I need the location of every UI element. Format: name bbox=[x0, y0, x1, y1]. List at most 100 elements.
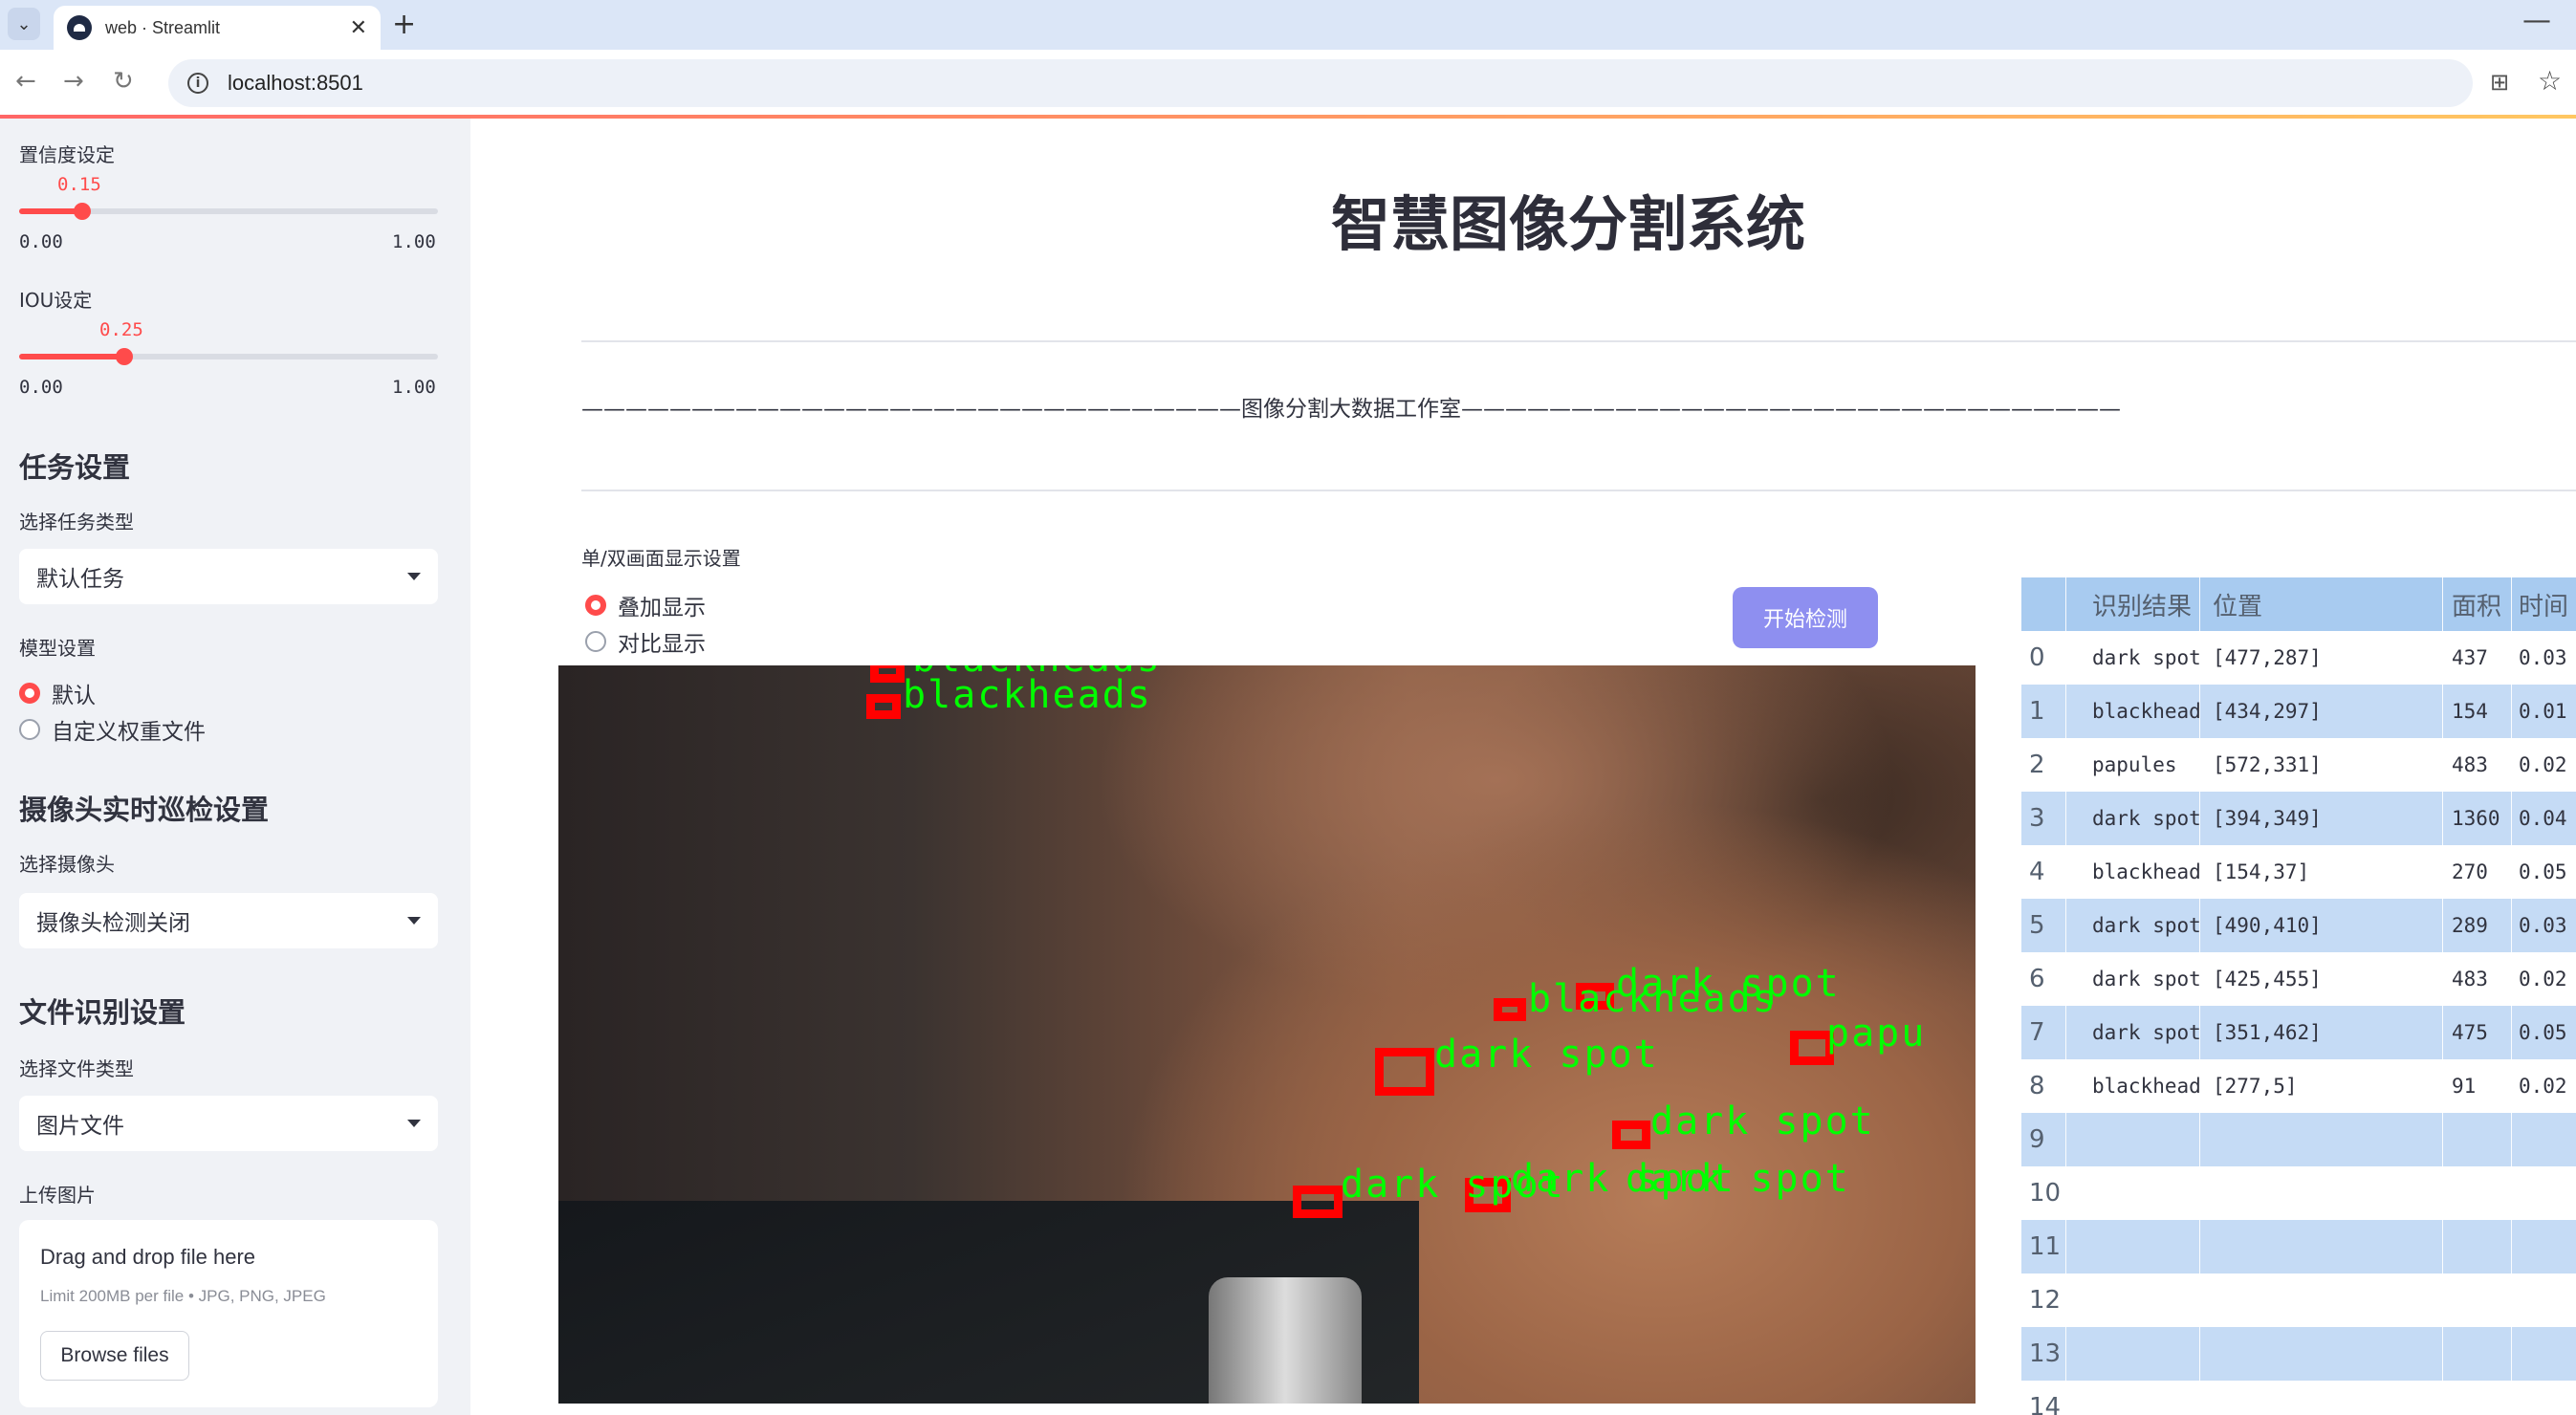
table-row[interactable]: 14 bbox=[2021, 1381, 2576, 1415]
close-tab-icon[interactable]: ✕ bbox=[350, 16, 367, 40]
site-info-icon[interactable]: i bbox=[187, 73, 208, 94]
iou-slider-fill bbox=[19, 354, 124, 359]
header-index bbox=[2021, 577, 2065, 631]
table-row[interactable]: 11 bbox=[2021, 1220, 2576, 1274]
table-header-row: 识别结果 位置 面积 时间 bbox=[2021, 577, 2576, 631]
cell-result bbox=[2065, 1166, 2199, 1220]
tab-search-chevron-icon[interactable]: ⌄ bbox=[8, 8, 40, 40]
table-row[interactable]: 1 blackheads [434,297] 154 0.01 bbox=[2021, 685, 2576, 738]
table-row[interactable]: 7 dark spot [351,462] 475 0.05 bbox=[2021, 1006, 2576, 1059]
url-text: localhost:8501 bbox=[228, 71, 363, 95]
cell-area: 91 bbox=[2452, 1075, 2477, 1098]
cell-time: 0.02 bbox=[2519, 968, 2567, 990]
cell-result bbox=[2065, 1381, 2199, 1415]
cell-position: [477,287] bbox=[2213, 646, 2322, 669]
task-settings-header: 任务设置 bbox=[19, 451, 131, 484]
image-microphone-region bbox=[1209, 1277, 1362, 1404]
display-settings-label: 单/双画面显示设置 bbox=[581, 547, 741, 570]
table-row[interactable]: 4 blackheads [154,37] 270 0.05 bbox=[2021, 845, 2576, 899]
row-index: 9 bbox=[2029, 1125, 2045, 1154]
detection-box bbox=[1375, 1048, 1434, 1096]
display-radio-compare[interactable]: 对比显示 bbox=[585, 625, 706, 658]
bookmark-star-icon[interactable]: ☆ bbox=[2538, 65, 2562, 97]
cell-result bbox=[2065, 1274, 2199, 1327]
camera-select[interactable]: 摄像头检测关闭 bbox=[19, 893, 438, 948]
header-result[interactable]: 识别结果 bbox=[2065, 577, 2199, 631]
dropzone-limit: Limit 200MB per file • JPG, PNG, JPEG bbox=[40, 1287, 326, 1305]
cell-position bbox=[2199, 1220, 2442, 1274]
cell-area: 270 bbox=[2452, 860, 2488, 883]
detection-label: papu bbox=[1826, 1012, 1927, 1056]
back-icon[interactable]: ← bbox=[15, 67, 36, 96]
row-index: 3 bbox=[2029, 804, 2045, 833]
cell-area: 437 bbox=[2452, 646, 2488, 669]
forward-icon[interactable]: → bbox=[63, 67, 84, 96]
model-radio-custom[interactable]: 自定义权重文件 bbox=[19, 713, 206, 746]
header-area[interactable]: 面积 bbox=[2442, 577, 2511, 631]
browser-tabbar: ⌄ web · Streamlit ✕ + — bbox=[0, 0, 2576, 50]
confidence-value: 0.15 bbox=[57, 174, 101, 195]
table-row[interactable]: 8 blackheads [277,5] 91 0.02 bbox=[2021, 1059, 2576, 1113]
table-row[interactable]: 6 dark spot [425,455] 483 0.02 bbox=[2021, 952, 2576, 1006]
cell-time: 0.03 bbox=[2519, 646, 2567, 669]
browser-tab[interactable]: web · Streamlit ✕ bbox=[54, 6, 381, 50]
row-index: 13 bbox=[2029, 1339, 2062, 1368]
radio-selected-icon bbox=[585, 595, 606, 616]
cell-position: [572,331] bbox=[2213, 753, 2322, 776]
minimize-icon[interactable]: — bbox=[2522, 4, 2551, 37]
detection-label: dark spot bbox=[1626, 1157, 1850, 1201]
detection-box bbox=[866, 694, 901, 719]
browse-files-button[interactable]: Browse files bbox=[40, 1331, 189, 1381]
file-dropzone[interactable]: Drag and drop file here Limit 200MB per … bbox=[19, 1220, 438, 1407]
column-divider bbox=[2199, 577, 2200, 1415]
cell-time bbox=[2511, 1327, 2576, 1381]
row-index: 14 bbox=[2029, 1393, 2062, 1415]
table-row[interactable]: 0 dark spot [477,287] 437 0.03 bbox=[2021, 631, 2576, 685]
cell-result bbox=[2065, 1220, 2199, 1274]
display-radio-overlay[interactable]: 叠加显示 bbox=[585, 589, 706, 621]
file-type-select[interactable]: 图片文件 bbox=[19, 1096, 438, 1151]
detection-label: dark spot bbox=[1434, 1033, 1659, 1077]
cell-position bbox=[2199, 1113, 2442, 1166]
table-row[interactable]: 10 bbox=[2021, 1166, 2576, 1220]
results-table[interactable]: 识别结果 位置 面积 时间 0 dark spot [477,287] 437 0.03… bbox=[2021, 577, 2576, 1415]
row-index: 4 bbox=[2029, 858, 2045, 886]
header-position[interactable]: 位置 bbox=[2199, 577, 2442, 631]
confidence-slider-thumb[interactable] bbox=[74, 203, 91, 220]
cell-area: 483 bbox=[2452, 968, 2488, 990]
start-detection-button[interactable]: 开始检测 bbox=[1733, 587, 1878, 648]
confidence-max: 1.00 bbox=[392, 231, 436, 252]
task-type-select[interactable]: 默认任务 bbox=[19, 549, 438, 604]
table-row[interactable]: 3 dark spot [394,349] 1360 0.04 bbox=[2021, 792, 2576, 845]
table-row[interactable]: 5 dark spot [490,410] 289 0.03 bbox=[2021, 899, 2576, 952]
new-tab-icon[interactable]: + bbox=[392, 8, 416, 41]
task-type-value: 默认任务 bbox=[36, 567, 124, 592]
detection-box bbox=[1293, 1186, 1343, 1218]
header-time[interactable]: 时间 bbox=[2511, 577, 2576, 631]
cell-result: dark spot bbox=[2092, 968, 2199, 990]
cell-time bbox=[2511, 1166, 2576, 1220]
cell-result: papules bbox=[2092, 753, 2177, 776]
table-row[interactable]: 9 bbox=[2021, 1113, 2576, 1166]
model-settings-label: 模型设置 bbox=[19, 637, 96, 660]
dropzone-title: Drag and drop file here bbox=[40, 1245, 256, 1269]
model-radio-default[interactable]: 默认 bbox=[19, 677, 96, 709]
table-row[interactable]: 13 bbox=[2021, 1327, 2576, 1381]
reload-icon[interactable]: ↻ bbox=[113, 67, 134, 96]
cell-time bbox=[2511, 1113, 2576, 1166]
file-type-value: 图片文件 bbox=[36, 1114, 124, 1139]
table-row[interactable]: 2 papules [572,331] 483 0.02 bbox=[2021, 738, 2576, 792]
cell-area: 483 bbox=[2452, 753, 2488, 776]
cell-position: [425,455] bbox=[2213, 968, 2322, 990]
iou-slider-thumb[interactable] bbox=[116, 348, 133, 365]
upload-label: 上传图片 bbox=[19, 1184, 96, 1207]
url-field[interactable]: i localhost:8501 bbox=[168, 59, 2473, 107]
model-opt-custom: 自定义权重文件 bbox=[52, 720, 206, 745]
table-row[interactable]: 12 bbox=[2021, 1274, 2576, 1327]
iou-label: IOU设定 bbox=[19, 289, 93, 312]
row-index: 2 bbox=[2029, 751, 2045, 779]
chevron-down-icon bbox=[407, 573, 421, 580]
translate-icon[interactable]: ⊞ bbox=[2490, 69, 2509, 96]
confidence-min: 0.00 bbox=[19, 231, 63, 252]
cell-time: 0.02 bbox=[2519, 753, 2567, 776]
